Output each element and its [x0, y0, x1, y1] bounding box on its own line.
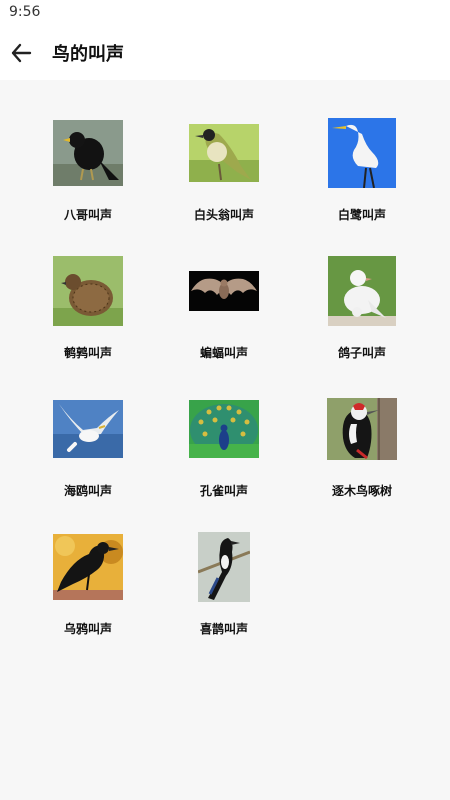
arrow-left-icon: [11, 43, 32, 63]
bird-label: 海鸥叫声: [63, 484, 112, 498]
myna-photo: [52, 118, 124, 188]
bird-item-peacock[interactable]: 孔雀叫声: [149, 394, 299, 524]
back-button[interactable]: [6, 38, 36, 68]
page-title: 鸟的叫声: [52, 44, 124, 65]
bird-label: 白头翁叫声: [193, 208, 254, 222]
bird-item-quail[interactable]: 鹌鹑叫声: [13, 256, 163, 386]
bird-item-egret[interactable]: 白鹭叫声: [287, 118, 437, 248]
bat-photo: [188, 256, 260, 326]
bird-label: 鸽子叫声: [337, 346, 386, 360]
bird-item-bulbul[interactable]: 白头翁叫声: [149, 118, 299, 248]
bird-label: 逐木鸟啄树: [331, 484, 392, 498]
bird-item-myna[interactable]: 八哥叫声: [13, 118, 163, 248]
bird-label: 鹌鹑叫声: [63, 346, 112, 360]
woodpecker-photo: [326, 394, 398, 464]
app-bar: 鸟的叫声: [0, 26, 450, 80]
bird-label: 蝙蝠叫声: [199, 346, 248, 360]
status-time: 9:56: [9, 4, 41, 20]
dove-photo: [326, 256, 398, 326]
bird-item-seagull[interactable]: 海鸥叫声: [13, 394, 163, 524]
bird-label: 喜鹊叫声: [199, 622, 248, 636]
bird-label: 八哥叫声: [63, 208, 112, 222]
magpie-photo: [188, 532, 260, 602]
bird-item-woodpecker[interactable]: 逐木鸟啄树: [287, 394, 437, 524]
bird-item-crow[interactable]: 乌鸦叫声: [13, 532, 163, 662]
status-bar: 9:56: [0, 0, 450, 26]
crow-photo: [52, 532, 124, 602]
bulbul-photo: [188, 118, 260, 188]
bird-item-dove[interactable]: 鸽子叫声: [287, 256, 437, 386]
bird-label: 白鹭叫声: [337, 208, 386, 222]
quail-photo: [52, 256, 124, 326]
bird-item-magpie[interactable]: 喜鹊叫声: [149, 532, 299, 662]
bird-label: 孔雀叫声: [199, 484, 248, 498]
bird-label: 乌鸦叫声: [63, 622, 112, 636]
egret-photo: [326, 118, 398, 188]
peacock-photo: [188, 394, 260, 464]
seagull-photo: [52, 394, 124, 464]
bird-item-bat[interactable]: 蝙蝠叫声: [149, 256, 299, 386]
